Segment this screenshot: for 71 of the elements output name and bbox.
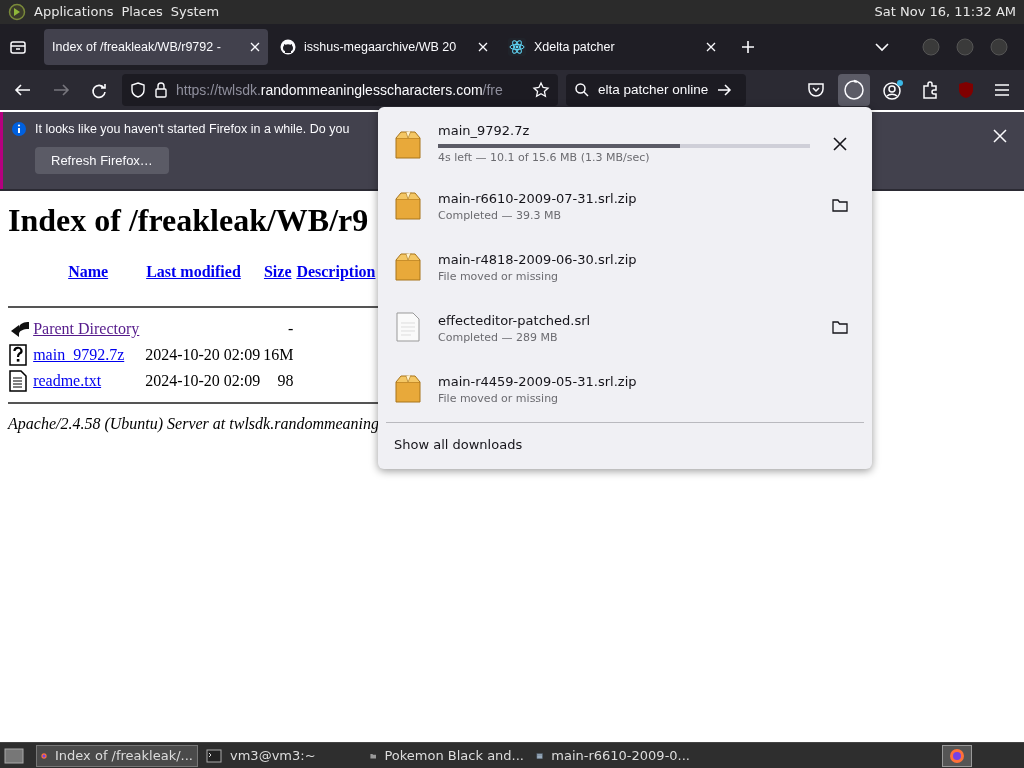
file-name: effecteditor-patched.srl xyxy=(438,311,592,330)
file-name: main-r4459-2009-05-31.srl.zip xyxy=(438,372,638,391)
close-icon[interactable] xyxy=(478,42,488,52)
folder-icon[interactable] xyxy=(832,319,848,334)
file-link[interactable]: readme.txt xyxy=(33,372,102,390)
download-status: Completed — 39.3 MB xyxy=(438,208,562,224)
menu-item[interactable]: Places xyxy=(121,2,163,22)
server-signature: Apache/2.4.58 (Ubuntu) Server at twlsdk.randommeaning xyxy=(8,414,381,435)
text-file-icon xyxy=(9,370,27,393)
new-tab-icon[interactable] xyxy=(740,39,756,55)
close-icon[interactable] xyxy=(706,42,716,52)
download-item[interactable]: main-r6610-2009-07-31.srl.zip Completed — 39.3 MB xyxy=(386,174,864,235)
folder-icon[interactable] xyxy=(832,197,848,212)
close-icon[interactable] xyxy=(250,42,260,52)
notification-message: It looks like you haven't started Firefox in a while. Do you xyxy=(35,121,350,138)
browser-icon xyxy=(949,747,965,764)
lock-icon[interactable] xyxy=(154,81,168,99)
url-text: https://twlsdk.randommeaninglesscharacters.com/fre xyxy=(176,80,503,100)
download-item[interactable]: main-r4818-2009-06-30.srl.zip File moved or missing xyxy=(386,235,864,296)
search-icon xyxy=(574,82,590,98)
modified-date: 2024-10-20 02:09 xyxy=(145,372,261,390)
unknown-file-icon xyxy=(9,344,27,367)
file-link[interactable]: Parent Directory xyxy=(33,320,140,338)
modified-date: 2024-10-20 02:09 xyxy=(145,346,261,364)
arrow-right-icon[interactable] xyxy=(716,82,733,98)
browser-tab[interactable]: isshus-megaarchive/WB 20 xyxy=(272,29,496,65)
download-item[interactable]: effecteditor-patched.srl Completed — 289 MB xyxy=(386,296,864,357)
download-status: File moved or missing xyxy=(438,269,560,285)
close-icon[interactable] xyxy=(992,128,1008,144)
show-all-downloads-link[interactable]: Show all downloads xyxy=(386,427,864,463)
column-header-link[interactable]: Name xyxy=(68,263,109,281)
download-status: File moved or missing xyxy=(438,391,560,407)
page-heading: Index of /freakleak/WB/r9 xyxy=(8,201,369,240)
downloads-button[interactable] xyxy=(838,74,870,106)
address-bar[interactable]: https://twlsdk.randommeaninglesscharacters.com/fre xyxy=(122,74,558,106)
download-item[interactable]: main_9792.7z 4s left — 10.1 of 15.6 MB (1.3 MB/sec) xyxy=(386,113,864,174)
file-name: main_9792.7z xyxy=(438,122,531,140)
taskbar-item[interactable]: Pokemon Black and... xyxy=(366,744,528,767)
octocat-icon xyxy=(280,39,296,55)
column-header-link[interactable]: Description xyxy=(296,263,376,281)
refresh-firefox-button[interactable]: Refresh Firefox… xyxy=(35,146,169,175)
taskbar-item[interactable]: vm3@vm3:~ xyxy=(202,744,362,767)
file-size: 16M xyxy=(263,346,294,364)
file-link[interactable]: main_9792.7z xyxy=(33,346,125,364)
search-field[interactable]: elta patcher online xyxy=(566,74,746,106)
download-item[interactable]: main-r4459-2009-05-31.srl.zip File moved or missing xyxy=(386,357,864,418)
document-icon xyxy=(394,310,422,343)
terminal-icon xyxy=(206,748,222,763)
menu-item[interactable]: System xyxy=(170,2,220,22)
bookmark-star-icon[interactable] xyxy=(532,81,550,99)
column-header-link[interactable]: Last modified xyxy=(146,263,241,281)
file-name: main-r4818-2009-06-30.srl.zip xyxy=(438,250,638,269)
atom-icon xyxy=(508,38,526,56)
clock: Sat Nov 16, 11:32 AM xyxy=(874,3,1016,22)
info-icon xyxy=(11,121,27,138)
taskbar-item[interactable]: Index of /freakleak/... xyxy=(36,744,198,767)
taskbar-item[interactable]: main-r6610-2009-0... xyxy=(532,744,694,767)
file-size: 98 xyxy=(277,372,294,390)
show-desktop-icon[interactable] xyxy=(4,746,24,765)
shield-icon[interactable] xyxy=(130,81,146,99)
file-name: main-r6610-2009-07-31.srl.zip xyxy=(438,189,638,208)
file-size: - xyxy=(288,320,294,338)
download-status: Completed — 289 MB xyxy=(438,330,559,346)
workspace-switcher[interactable] xyxy=(942,744,972,767)
app-menu-icon[interactable] xyxy=(8,3,26,21)
menu-item[interactable]: Applications xyxy=(34,2,114,22)
cancel-icon[interactable] xyxy=(832,135,848,152)
download-status: 4s left — 10.1 of 15.6 MB (1.3 MB/sec) xyxy=(438,149,651,166)
browser-tab[interactable]: Index of /freakleak/WB/r9792 - xyxy=(44,29,268,65)
column-header-link[interactable]: Size xyxy=(263,263,292,281)
browser-tab[interactable]: Xdelta patcher xyxy=(500,29,724,65)
